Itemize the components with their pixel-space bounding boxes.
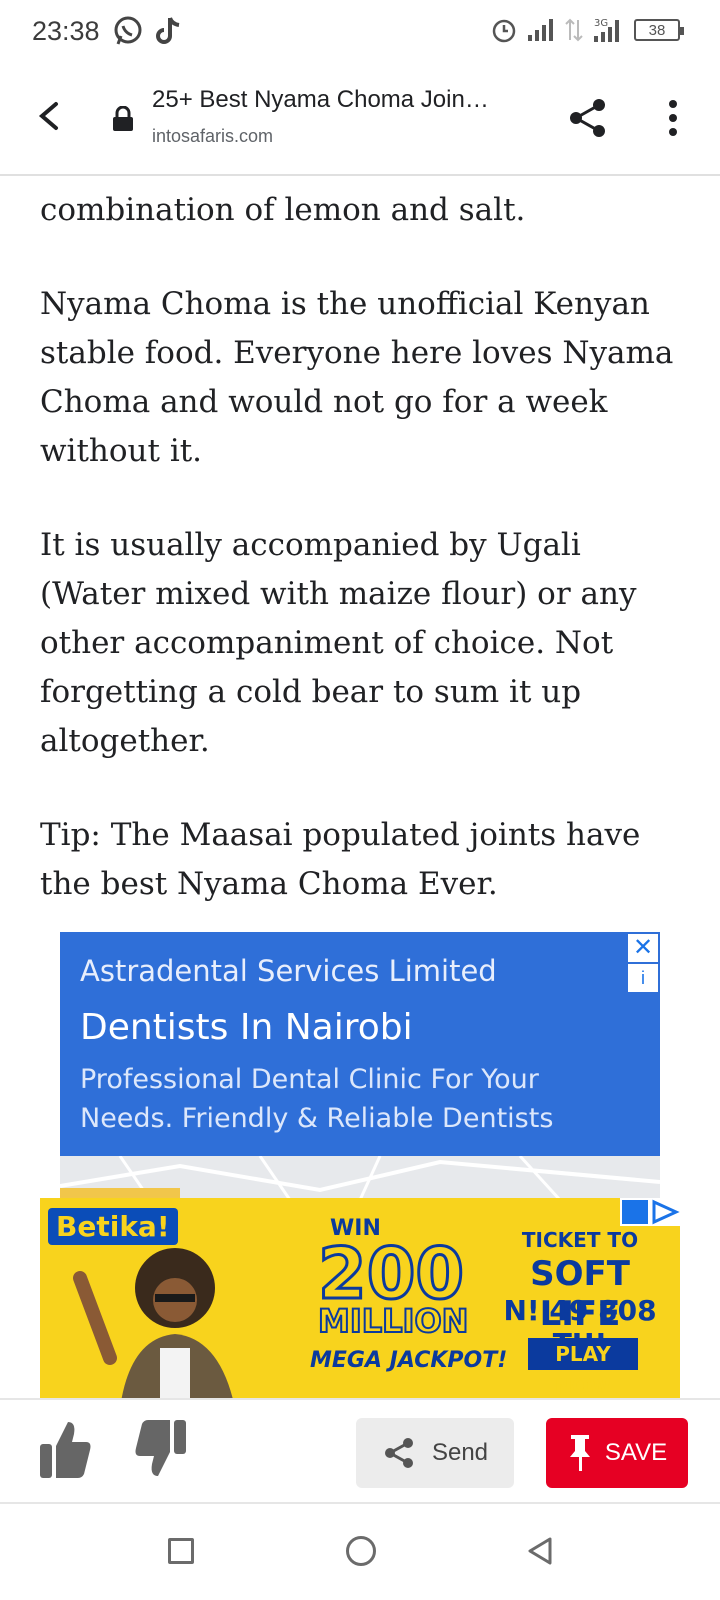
back-arrow-icon[interactable] (30, 96, 70, 136)
send-label: Send (431, 1439, 489, 1466)
send-button[interactable]: Send (356, 1418, 514, 1488)
thumbs-down-icon[interactable] (134, 1418, 188, 1480)
article-paragraph: combination of lemon and salt. (40, 192, 526, 228)
share-icon[interactable] (566, 96, 610, 140)
ad-play-now-button[interactable]: PLAY NOW (528, 1338, 638, 1398)
pin-icon (569, 1435, 590, 1471)
status-bar: 23:38 3G 38 (0, 0, 720, 66)
dental-ad[interactable]: Astradental Services Limited Dentists In… (60, 932, 660, 1156)
data-arrows-icon (565, 18, 583, 42)
send-share-icon (384, 1438, 413, 1468)
whatsapp-icon (114, 16, 142, 45)
ad-advertiser[interactable]: Astradental Services Limited (80, 954, 497, 988)
ad-amount: 200 (316, 1233, 465, 1315)
betika-ad[interactable]: Betika! WIN 200 MILLION MEGA JACKPOT! TI… (40, 1198, 680, 1398)
article-paragraph: Tip: The Maasai populated joints have th… (40, 817, 641, 902)
recent-apps-icon[interactable] (168, 1538, 194, 1564)
article-paragraph: Nyama Choma is the unofficial Kenyan sta… (40, 286, 674, 469)
3g-signal-icon: 3G (594, 18, 619, 42)
home-icon[interactable] (346, 1536, 376, 1566)
article-paragraph: It is usually accompanied by Ugali (Wate… (40, 527, 637, 759)
tiktok-icon (156, 17, 180, 44)
notification-icons (112, 14, 184, 48)
lock-icon (113, 106, 133, 131)
ad-close-icon[interactable]: ✕ (628, 934, 658, 962)
ad-mega-jackpot: MEGA JACKPOT! (310, 1348, 508, 1373)
page-title[interactable]: 25+ Best Nyama Choma Join… (152, 86, 532, 114)
page-domain[interactable]: intosafaris.com (152, 126, 273, 147)
ad-choices-icon[interactable] (620, 1198, 680, 1226)
ad-headline[interactable]: Dentists In Nairobi (80, 1007, 413, 1048)
signal-icon (528, 19, 553, 41)
ad-ticket-text: TICKET TO (521, 1228, 639, 1252)
status-time: 23:38 (32, 16, 100, 46)
action-bar: Send SAVE (0, 1398, 720, 1504)
ad-person-illustration (73, 1248, 233, 1398)
system-navigation-bar (0, 1506, 720, 1600)
nav-back-icon[interactable] (526, 1536, 554, 1566)
thumbs-up-icon[interactable] (38, 1418, 92, 1480)
save-label: SAVE (604, 1439, 668, 1466)
article-body: combination of lemon and salt. Nyama Cho… (40, 176, 680, 954)
ad-description[interactable]: Professional Dental Clinic For Your Need… (80, 1060, 640, 1138)
more-options-icon[interactable] (658, 96, 688, 140)
save-button[interactable]: SAVE (546, 1418, 688, 1488)
ad-million-text: MILLION (317, 1301, 469, 1341)
svg-text:3G: 3G (594, 18, 608, 29)
system-status-icons: 3G 38 (490, 16, 684, 44)
battery-icon: 38 (634, 19, 684, 41)
alarm-icon (492, 19, 516, 43)
browser-toolbar: 25+ Best Nyama Choma Join… intosafaris.c… (0, 66, 720, 176)
ad-map-image[interactable] (60, 1156, 660, 1200)
ad-info-icon[interactable]: i (628, 964, 658, 992)
